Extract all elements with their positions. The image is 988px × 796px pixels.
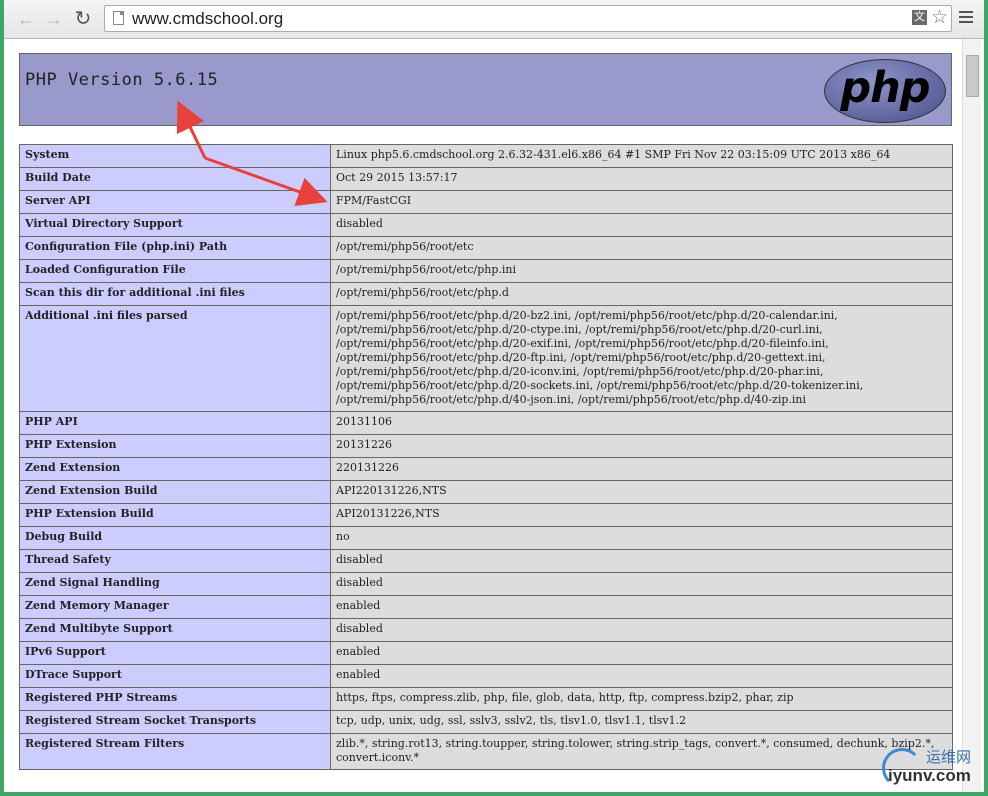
row-label: Registered Stream Filters [19,733,331,770]
row-label: Zend Extension Build [19,480,331,504]
table-row: Zend Multibyte Support disabled [19,618,953,642]
row-label: Server API [19,190,331,214]
table-row: PHP Extension Build API20131226,NTS [19,503,953,527]
translate-icon[interactable]: 文 [912,10,927,25]
table-row: DTrace Support enabled [19,664,953,688]
row-label: PHP API [19,411,331,435]
row-value: disabled [330,213,953,237]
url-text[interactable]: www.cmdschool.org [132,9,283,29]
row-label: Virtual Directory Support [19,213,331,237]
table-row: Configuration File (php.ini) Path/opt/re… [19,236,953,260]
table-row: Debug Build no [19,526,953,550]
hamburger-menu-icon[interactable] [959,11,973,26]
table-row: Zend Extension 220131226 [19,457,953,481]
row-value: enabled [330,664,953,688]
row-value: /opt/remi/php56/root/etc [330,236,953,260]
table-row: Server API FPM/FastCGI [19,190,953,214]
row-label: Registered PHP Streams [19,687,331,711]
row-value: Linux php5.6.cmdschool.org 2.6.32-431.el… [330,144,953,168]
row-value: API20131226,NTS [330,503,953,527]
row-label: Thread Safety [19,549,331,573]
vertical-scrollbar[interactable] [962,39,981,792]
row-label: Build Date [19,167,331,191]
row-label: Registered Stream Socket Transports [19,710,331,734]
table-row: Additional .ini files parsed/opt/remi/ph… [19,305,953,412]
scrollbar-thumb[interactable] [966,55,979,97]
row-label: Zend Multibyte Support [19,618,331,642]
row-value: https, ftps, compress.zlib, php, file, g… [330,687,953,711]
watermark-bottom-text: iyunv.com [888,766,971,785]
row-value: 220131226 [330,457,953,481]
watermark-top-text: 运维网 [926,749,972,766]
row-value: enabled [330,595,953,619]
window-border-left [0,0,4,796]
table-row: IPv6 Support enabled [19,641,953,665]
row-label: PHP Extension [19,434,331,458]
star-icon[interactable]: ☆ [931,6,948,30]
php-version-title: PHP Version 5.6.15 [25,70,219,90]
row-value: disabled [330,618,953,642]
row-label: Additional .ini files parsed [19,305,331,412]
row-label: Loaded Configuration File [19,259,331,283]
table-row: Zend Memory Manager enabled [19,595,953,619]
row-value: enabled [330,641,953,665]
row-value: disabled [330,549,953,573]
table-row: Zend Signal Handling disabled [19,572,953,596]
row-label: Debug Build [19,526,331,550]
watermark-logo: 运维网 iyunv.com [880,744,984,794]
arrow-left-icon: ← [17,9,35,29]
row-label: Zend Extension [19,457,331,481]
row-value: zlib.*, string.rot13, string.toupper, st… [330,733,953,770]
row-label: DTrace Support [19,664,331,688]
table-row: System Linux php5.6.cmdschool.org 2.6.32-… [19,144,953,168]
row-value: Oct 29 2015 13:57:17 [330,167,953,191]
address-bar[interactable]: www.cmdschool.org 文 ☆ [104,5,952,32]
row-value: 20131226 [330,434,953,458]
reload-icon: ↻ [74,8,92,30]
reload-button[interactable]: ↻ [73,9,93,29]
row-label: PHP Extension Build [19,503,331,527]
row-label: IPv6 Support [19,641,331,665]
row-label: System [19,144,331,168]
row-value: /opt/remi/php56/root/etc/php.d [330,282,953,306]
row-value: /opt/remi/php56/root/etc/php.d/20-bz2.in… [330,305,953,412]
row-value: FPM/FastCGI [330,190,953,214]
row-value: no [330,526,953,550]
row-label: Zend Signal Handling [19,572,331,596]
back-button[interactable]: ← [16,9,36,29]
row-value: tcp, udp, unix, udg, ssl, sslv3, sslv2, … [330,710,953,734]
php-info-table: System Linux php5.6.cmdschool.org 2.6.32-… [19,144,953,770]
arrow-right-icon: → [45,9,63,29]
php-version-header: PHP Version 5.6.15 php [19,53,952,126]
table-row: Loaded Configuration File/opt/remi/php56… [19,259,953,283]
row-value: API220131226,NTS [330,480,953,504]
row-value: disabled [330,572,953,596]
browser-toolbar: ← → ↻ www.cmdschool.org 文 ☆ [4,0,984,39]
row-value: 20131106 [330,411,953,435]
table-row: PHP Extension 20131226 [19,434,953,458]
table-row: Registered Stream Socket Transports tcp, … [19,710,953,734]
table-row: Registered Stream Filters zlib.*, string.… [19,733,953,770]
php-info-table-body: System Linux php5.6.cmdschool.org 2.6.32-… [19,144,953,770]
row-label: Configuration File (php.ini) Path [19,236,331,260]
window-border-right [984,0,988,796]
table-row: Registered PHP Streams https, ftps, compr… [19,687,953,711]
page-icon [113,11,124,25]
window-border-bottom [0,792,988,796]
php-logo-text: php [840,63,930,113]
row-label: Zend Memory Manager [19,595,331,619]
table-row: Virtual Directory Support disabled [19,213,953,237]
table-row: Thread Safety disabled [19,549,953,573]
php-logo[interactable]: php [824,59,946,123]
row-label: Scan this dir for additional .ini files [19,282,331,306]
table-row: PHP API 20131106 [19,411,953,435]
row-value: /opt/remi/php56/root/etc/php.ini [330,259,953,283]
table-row: Build Date Oct 29 2015 13:57:17 [19,167,953,191]
table-row: Scan this dir for additional .ini files /… [19,282,953,306]
table-row: Zend Extension Build API220131226,NTS [19,480,953,504]
forward-button[interactable]: → [44,9,64,29]
